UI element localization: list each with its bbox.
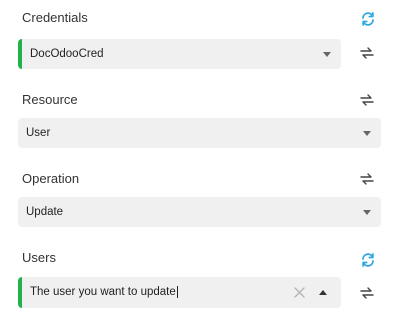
- credentials-value: DocOdooCred: [30, 48, 104, 60]
- users-input-text: The user you want to update: [30, 286, 176, 299]
- swap-arrows-icon[interactable]: [359, 45, 375, 61]
- resource-label: Resource: [22, 92, 78, 107]
- swap-arrows-icon[interactable]: [359, 285, 375, 301]
- chevron-down-icon[interactable]: [323, 51, 331, 57]
- refresh-icon[interactable]: [360, 252, 376, 268]
- resource-select[interactable]: User: [18, 118, 381, 148]
- operation-value: Update: [26, 206, 64, 218]
- users-select[interactable]: The user you want to update: [18, 277, 341, 308]
- chevron-down-icon[interactable]: [363, 130, 371, 136]
- refresh-icon[interactable]: [360, 11, 376, 27]
- users-label: Users: [22, 250, 56, 265]
- resource-value: User: [26, 127, 51, 139]
- credentials-label: Credentials: [22, 10, 88, 25]
- operation-label: Operation: [22, 171, 80, 186]
- operation-select[interactable]: Update: [18, 197, 381, 227]
- clear-x-icon[interactable]: [294, 287, 305, 298]
- chevron-up-icon[interactable]: [319, 290, 327, 295]
- swap-arrows-icon[interactable]: [359, 92, 375, 108]
- credentials-select[interactable]: DocOdooCred: [18, 39, 341, 69]
- text-cursor: [176, 286, 178, 299]
- chevron-down-icon[interactable]: [363, 209, 371, 215]
- swap-arrows-icon[interactable]: [359, 171, 375, 187]
- users-input[interactable]: The user you want to update: [22, 286, 294, 299]
